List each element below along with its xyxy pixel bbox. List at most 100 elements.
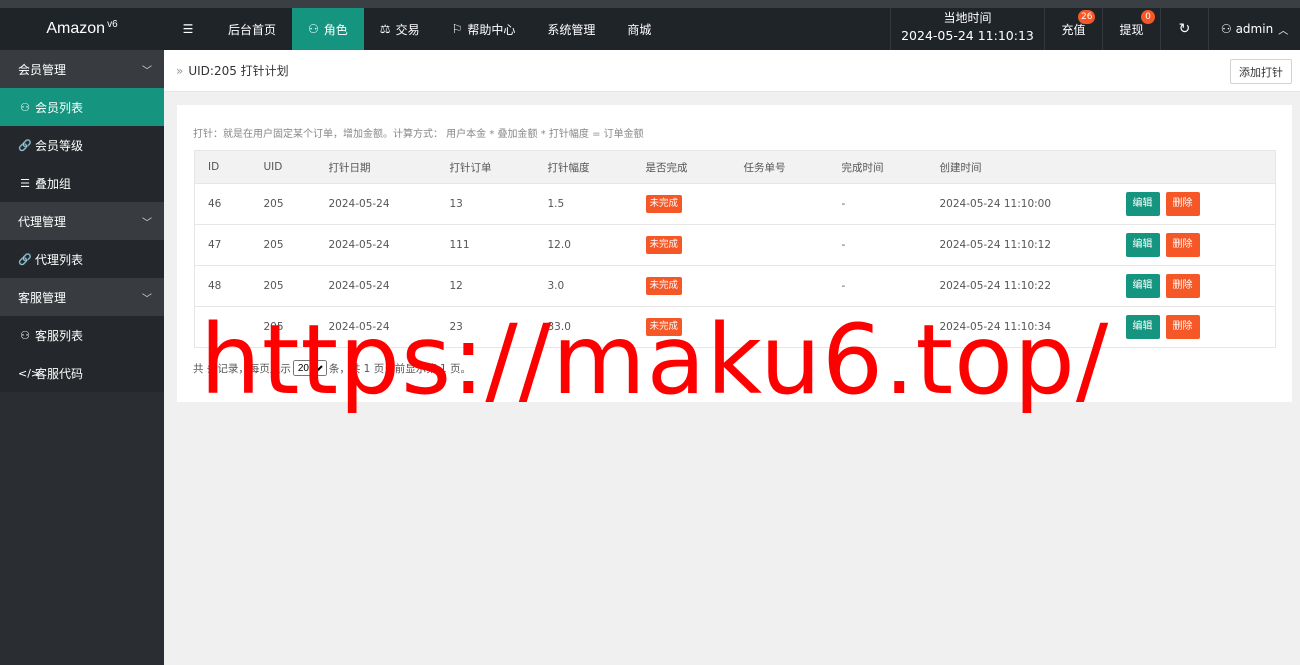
- recharge-button[interactable]: 充值 26: [1044, 8, 1102, 50]
- sidebar-group-agents[interactable]: 代理管理 ﹀: [0, 202, 164, 240]
- chevron-down-icon: ﹀: [142, 293, 152, 305]
- cell-uid: 205: [250, 183, 316, 225]
- edit-button[interactable]: 编辑: [1125, 315, 1160, 339]
- sidebar-group-members[interactable]: 会员管理 ﹀: [0, 50, 164, 88]
- cell-done-time: -: [828, 265, 927, 307]
- nav-item-role[interactable]: ⚇ 角色: [292, 8, 364, 50]
- sidebar-item-agent-list[interactable]: 🔗 代理列表: [0, 240, 164, 278]
- nav-item-trade[interactable]: ⚖ 交易: [364, 8, 436, 50]
- column-header: 任务单号: [730, 150, 829, 184]
- link-icon: 🔗: [18, 138, 32, 152]
- pager-prefix: 共: [193, 362, 204, 375]
- column-header: 完成时间: [828, 150, 927, 184]
- cell-task-no: [730, 183, 829, 225]
- cell-range: 3.0: [534, 265, 633, 307]
- nav-item-home[interactable]: 后台首页: [212, 8, 292, 50]
- column-header: 打针订单: [436, 150, 535, 184]
- sidebar-item-label: 叠加组: [35, 176, 72, 191]
- chevron-up-icon: ︿: [1278, 25, 1289, 37]
- status-badge: 未完成: [645, 236, 683, 254]
- nav-item-label: 帮助中心: [467, 22, 516, 37]
- list-icon: ☰: [20, 176, 30, 190]
- delete-button[interactable]: 删除: [1165, 233, 1200, 257]
- column-header: UID: [250, 150, 316, 184]
- cell-range: 33.0: [534, 306, 633, 348]
- user-menu[interactable]: ⚇ admin ︿: [1208, 8, 1300, 50]
- add-injection-button[interactable]: 添加打针: [1230, 59, 1292, 84]
- chevron-down-icon: ﹀: [142, 65, 152, 77]
- cell-range: 1.5: [534, 183, 633, 225]
- user-icon: ⚇: [308, 22, 319, 36]
- cell-task-no: [730, 306, 829, 348]
- nav-item-shop[interactable]: 商城: [611, 8, 667, 50]
- cell-date: 2024-05-24: [315, 265, 437, 307]
- per-page-select[interactable]: 20: [292, 360, 327, 376]
- pager-text-2: 条，共 1 页当前显示第 1 页。: [328, 362, 472, 375]
- top-bar: Amazon v6 ☰ 后台首页 ⚇ 角色 ⚖ 交易 ⚐ 帮助中心 系统管理 商城 当地…: [0, 0, 1300, 50]
- edit-button[interactable]: 编辑: [1125, 233, 1160, 257]
- table-row: 46 205 2024-05-24 13 1.5 未完成 - 2024-05-2…: [194, 183, 1276, 225]
- cell-order: 23: [436, 306, 535, 348]
- sidebar-item-support-list[interactable]: ⚇ 客服列表: [0, 316, 164, 354]
- cell-id: 47: [194, 224, 251, 266]
- nav-item-label: 商城: [627, 22, 652, 37]
- cell-id: [194, 306, 251, 348]
- sidebar-item-support-code[interactable]: </> 客服代码: [0, 354, 164, 392]
- description-text: 打针：就是在用户固定某个订单，增加金额。计算方式： 用户本金 * 叠加金额 * …: [193, 129, 644, 140]
- cell-date: 2024-05-24: [315, 306, 437, 348]
- link-icon: 🔗: [18, 252, 32, 266]
- sidebar-item-label: 客服代码: [35, 366, 84, 381]
- table-row: 47 205 2024-05-24 111 12.0 未完成 - 2024-05…: [194, 224, 1276, 266]
- delete-button[interactable]: 删除: [1165, 192, 1200, 216]
- pager-text-1: 条记录，每页显示: [206, 362, 291, 375]
- sidebar-item-label: 会员等级: [35, 138, 84, 153]
- edit-button[interactable]: 编辑: [1125, 192, 1160, 216]
- sidebar-item-member-level[interactable]: 🔗 会员等级: [0, 126, 164, 164]
- withdraw-badge: 0: [1141, 10, 1155, 24]
- withdraw-button[interactable]: 提现 0: [1102, 8, 1160, 50]
- delete-button[interactable]: 删除: [1165, 315, 1200, 339]
- users-icon: ⚇: [20, 328, 30, 342]
- header-right: 当地时间 2024-05-24 11:10:13 充值 26 提现 0 ↻ ⚇ …: [890, 8, 1300, 50]
- nav-item-system[interactable]: 系统管理: [531, 8, 611, 50]
- sidebar-item-label: 代理列表: [35, 252, 84, 267]
- status-badge: 未完成: [645, 318, 683, 336]
- cell-done-time: -: [828, 306, 927, 348]
- app-logo[interactable]: Amazon v6: [0, 8, 164, 50]
- chevron-down-icon: ﹀: [142, 217, 152, 229]
- cell-done-time: -: [828, 183, 927, 225]
- nav-item-label: 系统管理: [547, 22, 596, 37]
- sidebar-group-label: 会员管理: [18, 62, 67, 77]
- cell-created: 2024-05-24 11:10:00: [926, 183, 1113, 225]
- sidebar-group-support[interactable]: 客服管理 ﹀: [0, 278, 164, 316]
- time-value: 2024-05-24 11:10:13: [901, 28, 1034, 43]
- refresh-button[interactable]: ↻: [1160, 8, 1208, 50]
- column-header: 是否完成: [632, 150, 731, 184]
- table-header-row: ID UID 打针日期 打针订单 打针幅度 是否完成 任务单号 完成时间 创建时…: [194, 150, 1276, 184]
- delete-button[interactable]: 删除: [1165, 274, 1200, 298]
- status-badge: 未完成: [645, 277, 683, 295]
- edit-button[interactable]: 编辑: [1125, 274, 1160, 298]
- nav-item-label: 后台首页: [228, 22, 277, 37]
- sidebar-item-stack-group[interactable]: ☰ 叠加组: [0, 164, 164, 202]
- menu-toggle-button[interactable]: ☰: [164, 8, 212, 50]
- cell-created: 2024-05-24 11:10:22: [926, 265, 1113, 307]
- sidebar-item-label: 客服列表: [35, 328, 84, 343]
- cell-actions: 编辑 删除: [1112, 183, 1276, 225]
- cell-task-no: [730, 265, 829, 307]
- scale-icon: ⚖: [379, 22, 391, 36]
- cell-task-no: [730, 224, 829, 266]
- content-card: 打针：就是在用户固定某个订单，增加金额。计算方式： 用户本金 * 叠加金额 * …: [177, 105, 1292, 402]
- column-header: [1112, 150, 1276, 184]
- sidebar-item-label: 会员列表: [35, 100, 84, 115]
- cell-created: 2024-05-24 11:10:12: [926, 224, 1113, 266]
- column-header: 打针日期: [315, 150, 437, 184]
- main-content: » UID:205 打针计划 添加打针 打针：就是在用户固定某个订单，增加金额。…: [164, 50, 1300, 665]
- app-version: v6: [107, 18, 118, 30]
- cell-uid: 205: [250, 306, 316, 348]
- cell-date: 2024-05-24: [315, 183, 437, 225]
- sidebar-item-member-list[interactable]: ⚇ 会员列表: [0, 88, 164, 126]
- cell-done-time: -: [828, 224, 927, 266]
- pagination: 共 条记录，每页显示 20 条，共 1 页当前显示第 1 页。: [193, 360, 471, 376]
- nav-item-help[interactable]: ⚐ 帮助中心: [436, 8, 532, 50]
